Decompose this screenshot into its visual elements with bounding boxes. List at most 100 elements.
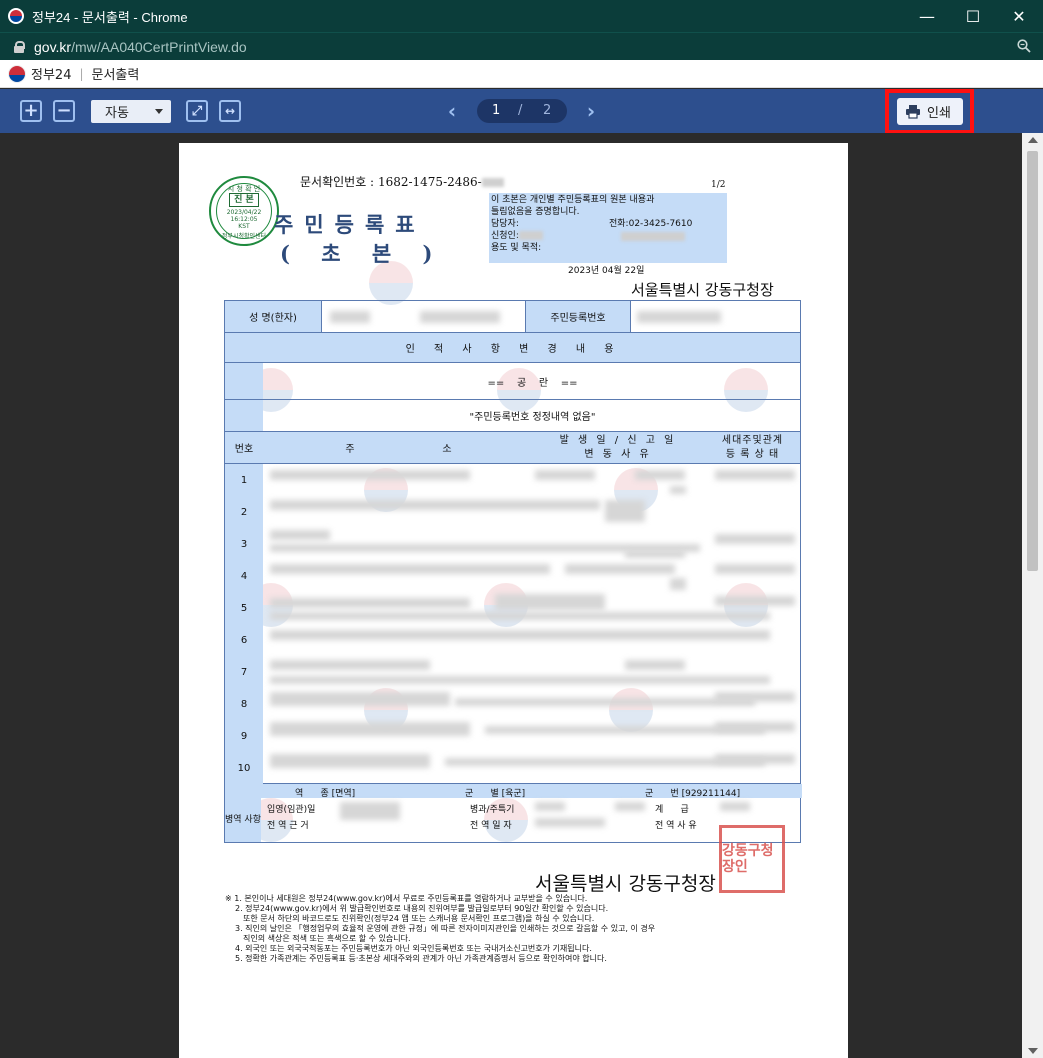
fit-width-button[interactable]: ↔ xyxy=(219,100,241,122)
vertical-scrollbar[interactable] xyxy=(1022,133,1043,1058)
info-purpose-row: 용도 및 목적: xyxy=(491,243,542,253)
row-address xyxy=(270,630,770,640)
row-address xyxy=(270,754,430,768)
issue-date: 2023년 04월 22일 xyxy=(568,266,645,276)
military-rank: 계 급 xyxy=(655,805,689,815)
header-separator: | xyxy=(79,66,84,81)
next-page-button[interactable]: › xyxy=(581,99,601,123)
footer-issuer: 서울특별시 강동구청장 xyxy=(535,873,716,895)
row-address xyxy=(270,660,430,670)
info-line1: 이 초본은 개인별 주민등록표의 원본 내용과 xyxy=(491,195,655,205)
note-line: 2. 정부24(www.gov.kr)에서 위 발급확인번호로 내용의 진위여부… xyxy=(235,904,609,913)
resident-record-table: 성 명(한자) 주민등록번호 인 적 사 항 변 경 내 용 == 공 란 ==… xyxy=(224,300,802,843)
doc-subtitle: ( 초 본 ) xyxy=(280,241,445,266)
url-text[interactable]: gov.kr/mw/AA040CertPrintView.do xyxy=(34,39,247,55)
verification-info: 이 초본은 개인별 주민등록표의 원본 내용과 틀림없음을 증명합니다. 담당자… xyxy=(489,193,727,263)
certificate-page: 시 청 확 인 진 본 2023/04/22 16:12:05 KST 정부시청확인… xyxy=(179,143,848,1058)
military-discharge-basis: 전 역 근 거 xyxy=(267,821,309,831)
col-addr2: 소 xyxy=(442,444,452,455)
note-line: 또한 문서 하단의 바코드로도 진위확인(정부24 앱 또는 스캐너용 문서확인… xyxy=(243,914,595,923)
military-discharge-value xyxy=(535,818,605,827)
page-indicator[interactable]: 1 / 2 xyxy=(477,99,567,123)
col-household: 세대주및관계 등 록 상 태 xyxy=(721,434,784,460)
military-type: 병과/주특기 xyxy=(470,805,515,815)
page-separator: / xyxy=(518,103,523,118)
military-label: 병역 사항 xyxy=(225,798,261,842)
gov24-favicon-icon xyxy=(8,8,24,24)
print-label: 인쇄 xyxy=(927,106,951,121)
row-address xyxy=(270,676,770,684)
row-status xyxy=(670,578,686,590)
zoom-select[interactable]: 자동 xyxy=(91,100,171,123)
name-label: 성 명(한자) xyxy=(225,301,322,332)
row-address xyxy=(455,698,755,706)
col-no: 번호 xyxy=(234,444,254,455)
seal-date: 2023/04/22 16:12:05 KST xyxy=(226,209,262,230)
row-address xyxy=(270,530,330,540)
row-household xyxy=(715,596,795,606)
military-service-type: 역 종 [면역] xyxy=(295,789,356,799)
row-household xyxy=(715,534,795,544)
row-status xyxy=(670,486,686,494)
row-household xyxy=(715,470,795,480)
note-line: 직인의 색상은 적색 또는 흑색으로 할 수 있습니다. xyxy=(243,934,411,943)
prev-page-button[interactable]: ‹ xyxy=(442,99,462,123)
col-addr1: 주 xyxy=(345,444,355,455)
zoom-out-button[interactable]: − xyxy=(53,100,75,122)
row-number: 2 xyxy=(240,506,248,518)
zoom-in-button[interactable]: + xyxy=(20,100,42,122)
row-date xyxy=(625,660,685,670)
info-applicant-row: 신청인: xyxy=(491,230,725,242)
print-button[interactable]: 인쇄 xyxy=(897,98,963,125)
row-date xyxy=(495,594,605,610)
current-page[interactable]: 1 xyxy=(492,103,500,118)
scroll-down-icon[interactable] xyxy=(1028,1048,1038,1054)
row-date xyxy=(605,500,645,522)
row-address xyxy=(270,564,550,574)
window-title: 정부24 - 문서출력 - Chrome xyxy=(32,9,188,25)
note-line: 5. 정확한 가족관계는 주민등록표 등·초본상 세대주와의 관계가 아닌 가족… xyxy=(235,954,607,963)
row-date xyxy=(635,470,685,480)
row-number: 5 xyxy=(240,602,248,614)
row-household xyxy=(715,754,795,764)
doc-title: 주민등록표 xyxy=(274,212,426,237)
minimize-button[interactable]: — xyxy=(904,0,950,32)
blank-row: == 공 란 == xyxy=(225,363,800,400)
zoom-icon[interactable] xyxy=(1017,39,1031,53)
notes: ※ 1. 본인이나 세대원은 정부24(www.gov.kr)에서 무료로 주민… xyxy=(225,894,815,964)
row-household xyxy=(715,564,795,574)
row-gutter xyxy=(225,363,263,399)
info-line2: 틀림없음을 증명합니다. xyxy=(491,207,580,217)
row-number: 1 xyxy=(240,474,248,486)
row-gutter xyxy=(225,400,263,431)
row-date xyxy=(565,564,675,574)
correction-note: "주민등록번호 정정내역 없음" xyxy=(469,412,596,423)
maximize-button[interactable]: ☐ xyxy=(950,0,996,32)
military-rank-value xyxy=(720,802,750,811)
address-bar[interactable]: gov.kr/mw/AA040CertPrintView.do xyxy=(0,32,1043,60)
military-type-value xyxy=(535,802,565,811)
address-rows: 1 2 3 4 5 6 7 8 9 10 xyxy=(225,464,800,784)
military-enlist: 입영(임관)일 xyxy=(267,805,316,815)
row-number: 10 xyxy=(237,762,251,774)
lock-icon[interactable] xyxy=(14,40,25,53)
page-fraction: 1/2 xyxy=(711,180,726,190)
row-number: 8 xyxy=(240,698,248,710)
row-number: 7 xyxy=(240,666,248,678)
row-date xyxy=(625,550,685,558)
printer-icon xyxy=(906,105,920,119)
row-address xyxy=(270,598,470,608)
military-discharge-date: 전 역 일 자 xyxy=(470,821,512,831)
row-number: 6 xyxy=(240,634,248,646)
fit-page-button[interactable]: ⤢ xyxy=(186,100,208,122)
zoom-value: 자동 xyxy=(105,106,129,121)
scroll-thumb[interactable] xyxy=(1027,151,1038,571)
close-button[interactable]: ✕ xyxy=(996,0,1042,32)
official-red-seal: 강동구청장인 xyxy=(719,825,785,893)
authenticity-seal: 시 청 확 인 진 본 2023/04/22 16:12:05 KST 정부시청확인… xyxy=(209,176,279,246)
history-header-row: 인 적 사 항 변 경 내 용 xyxy=(225,333,800,363)
scroll-up-icon[interactable] xyxy=(1028,137,1038,143)
rrn-label: 주민등록번호 xyxy=(525,301,631,332)
row-address xyxy=(270,500,600,510)
military-section: 병역 사항 역 종 [면역] 군 별 [육군] 군 번 [929211144] … xyxy=(225,784,802,842)
